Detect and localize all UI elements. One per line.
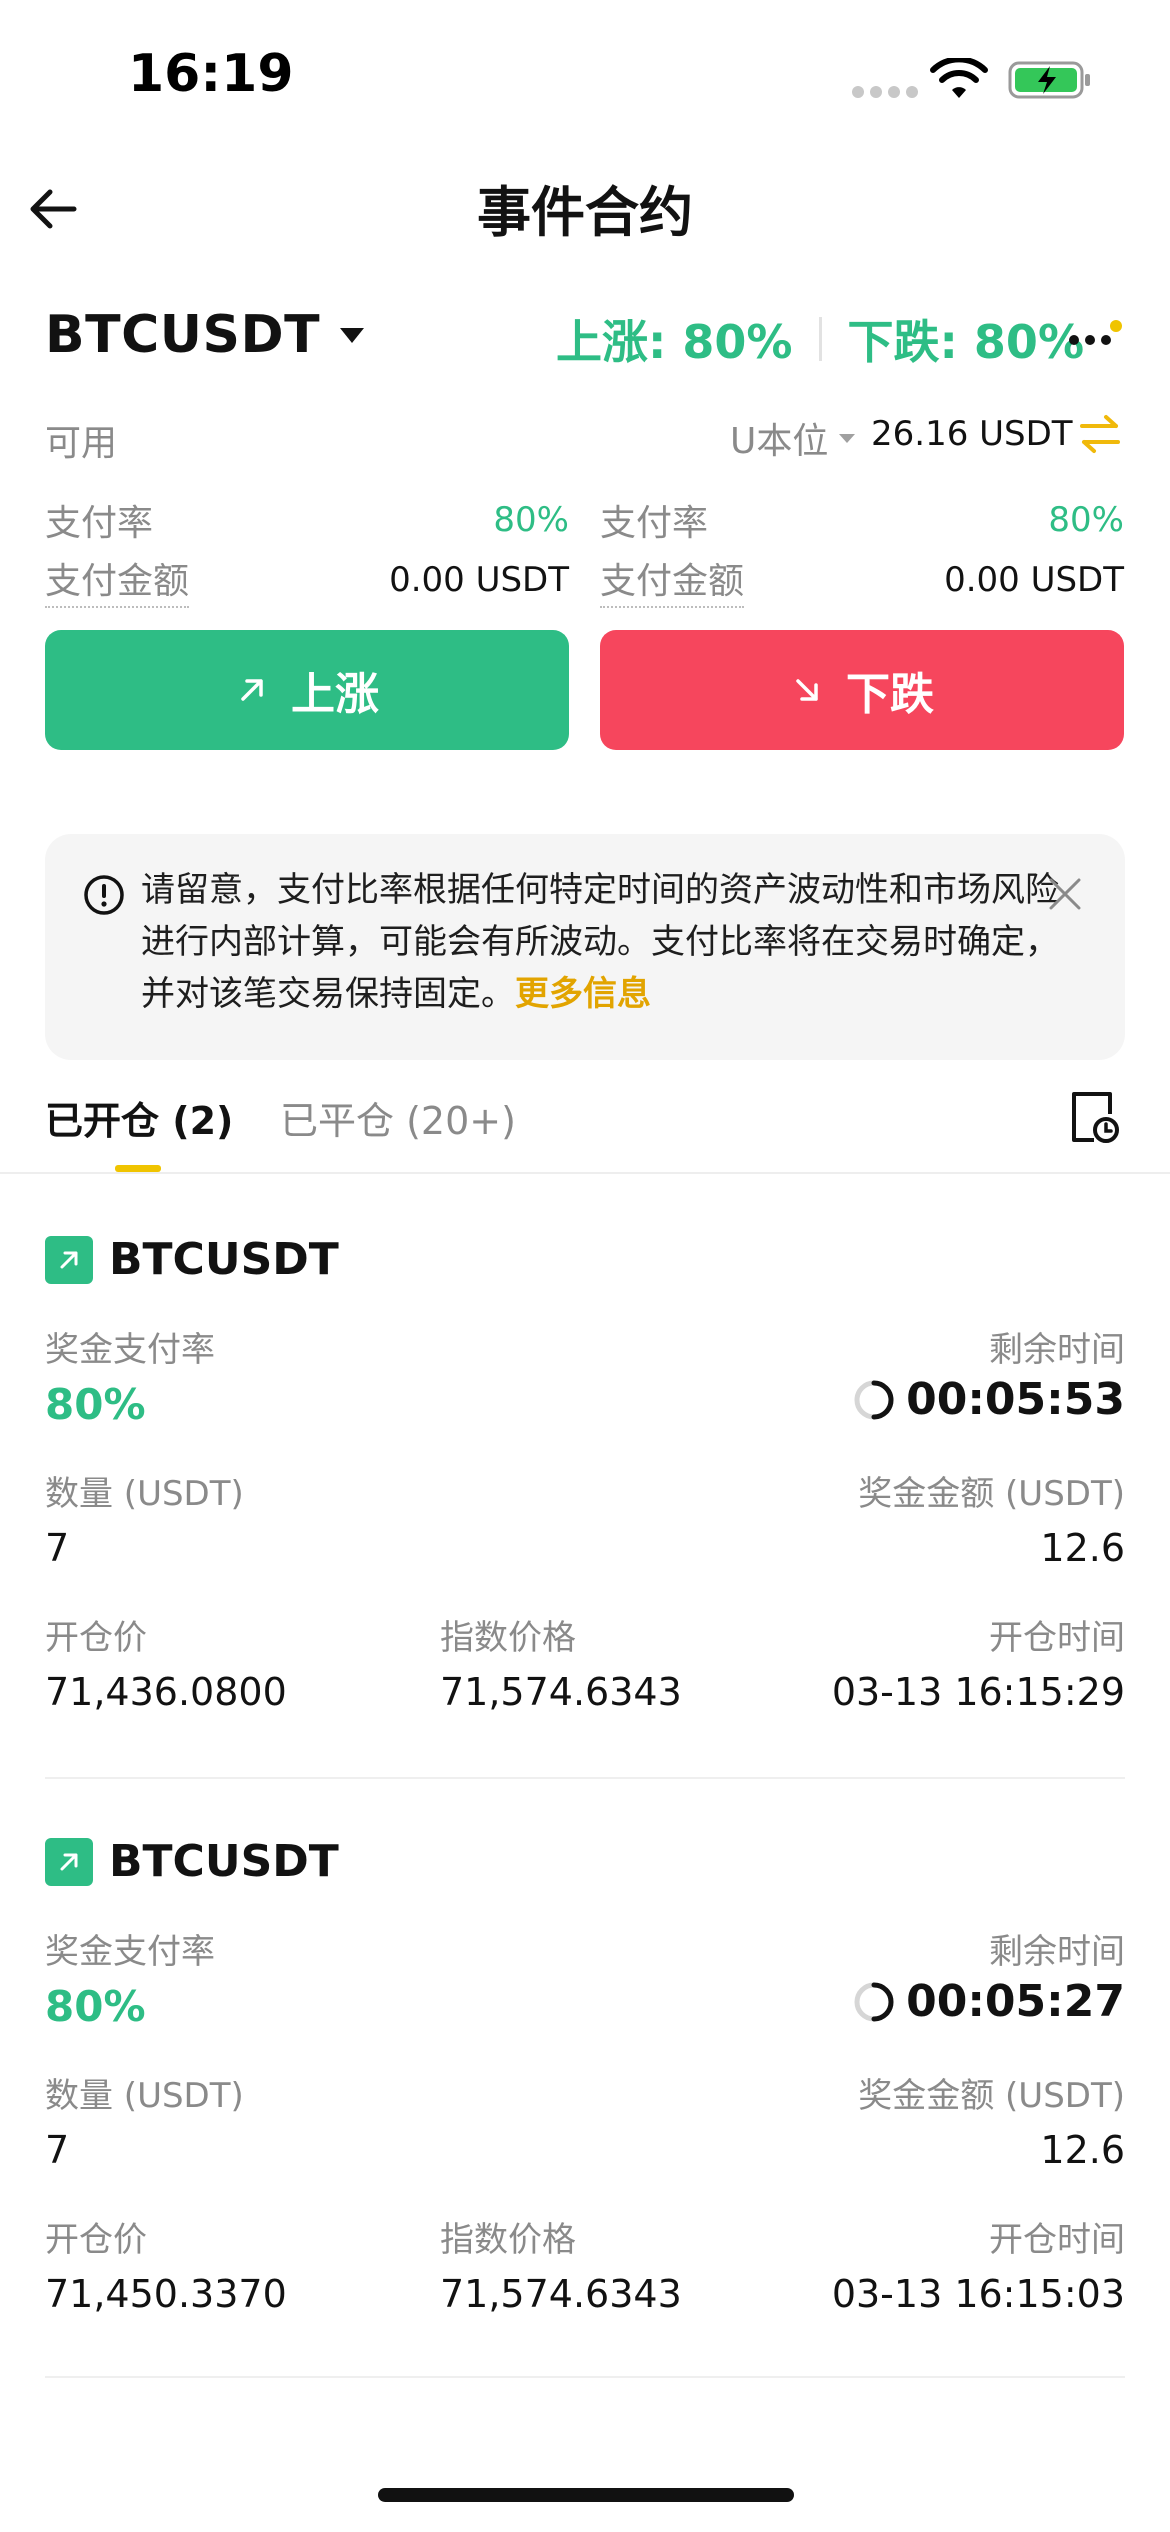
quantity-label: 数量 (USDT) [45, 1474, 244, 1514]
down-rate: 下跌: 80% [847, 315, 1085, 369]
bonus-amount-label: 奖金金额 (USDT) [858, 2076, 1125, 2116]
notice-text: 请留意，支付比率根据任何特定时间的资产波动性和市场风险进行内部计算，可能会有所波… [141, 864, 1061, 1020]
remaining-time-value: 00:05:53 [906, 1374, 1125, 1425]
rate-divider [818, 317, 822, 361]
pay-amount-value: 0.00 USDT [944, 560, 1124, 600]
available-label: 可用 [45, 423, 118, 464]
close-icon[interactable] [1045, 874, 1085, 914]
timer-spinner-icon [854, 1982, 894, 2021]
position-card[interactable]: BTCUSDT 奖金支付率 剩余时间 80% 00:05:27 数量 (USDT… [45, 1836, 1125, 2396]
history-icon[interactable] [1068, 1088, 1120, 1146]
bonus-amount-value: 12.6 [1040, 2128, 1125, 2172]
more-info-link[interactable]: 更多信息 [515, 974, 651, 1014]
tab-closed-positions[interactable]: 已平仓 (20+) [280, 1090, 516, 1145]
pay-rate-label: 支付率 [600, 503, 709, 544]
arrow-down-right-icon [796, 679, 818, 701]
remaining-time-value: 00:05:27 [906, 1976, 1125, 2027]
payout-rates: 上涨: 80% 下跌: 80% [556, 306, 1084, 372]
bonus-amount-value: 12.6 [1040, 1526, 1125, 1570]
pair-name: BTCUSDT [45, 305, 321, 365]
pay-amount-label[interactable]: 支付金额 [600, 552, 745, 608]
page-title: 事件合约 [477, 181, 693, 244]
position-pair: BTCUSDT [109, 1234, 339, 1285]
pay-info-up: 支付率 80% 支付金额 0.00 USDT [45, 490, 569, 610]
index-price-value: 71,574.6343 [440, 2272, 682, 2316]
quantity-value: 7 [45, 1526, 70, 1570]
caret-down-icon [839, 434, 856, 443]
timer-spinner-icon [854, 1380, 894, 1419]
direction-up-icon [45, 1837, 93, 1886]
position-divider [45, 1777, 1125, 1779]
open-price-value: 71,450.3370 [45, 2272, 287, 2316]
pay-info-down: 支付率 80% 支付金额 0.00 USDT [600, 490, 1124, 610]
remaining-time-label: 剩余时间 [989, 1330, 1125, 1370]
open-price-label: 开仓价 [45, 1618, 147, 1658]
arrow-up-right-icon [241, 679, 263, 701]
position-header: BTCUSDT [45, 1836, 339, 1887]
cellular-signal-icon [852, 86, 918, 98]
pair-selector[interactable]: BTCUSDT [45, 305, 366, 365]
available-balance: 26.16 USDT [871, 414, 1073, 454]
index-price-label: 指数价格 [440, 2220, 576, 2260]
swap-icon[interactable] [1078, 412, 1122, 456]
battery-charging-icon [1008, 61, 1090, 99]
bonus-rate-value: 80% [45, 1982, 146, 2031]
open-price-value: 71,436.0800 [45, 1670, 287, 1714]
caret-down-icon [340, 328, 365, 343]
status-bar: 16:19 [0, 0, 1170, 150]
tab-divider [0, 1172, 1170, 1174]
countdown: 00:05:53 [852, 1374, 1125, 1425]
index-price-value: 71,574.6343 [440, 1670, 682, 1714]
bonus-rate-value: 80% [45, 1380, 146, 1429]
open-time-value: 03-13 16:15:29 [831, 1670, 1125, 1714]
pay-rate-value: 80% [1048, 500, 1124, 540]
remaining-time-label: 剩余时间 [989, 1932, 1125, 1972]
bonus-amount-label: 奖金金额 (USDT) [858, 1474, 1125, 1514]
down-button-label: 下跌 [846, 670, 934, 719]
pay-amount-label[interactable]: 支付金额 [45, 552, 190, 608]
tab-open-positions[interactable]: 已开仓 (2) [45, 1090, 233, 1145]
status-time: 16:19 [128, 44, 294, 104]
open-time-label: 开仓时间 [989, 1618, 1125, 1658]
pay-rate-label: 支付率 [45, 503, 154, 544]
open-time-label: 开仓时间 [989, 2220, 1125, 2260]
position-card[interactable]: BTCUSDT 奖金支付率 剩余时间 80% 00:05:53 数量 (USDT… [45, 1234, 1125, 1794]
unit-selector[interactable]: U本位 [730, 412, 856, 464]
bonus-rate-label: 奖金支付率 [45, 1330, 215, 1370]
unit-label: U本位 [730, 421, 829, 462]
open-time-value: 03-13 16:15:03 [831, 2272, 1125, 2316]
index-price-label: 指数价格 [440, 1618, 576, 1658]
position-divider [45, 2376, 1125, 2378]
pay-amount-value: 0.00 USDT [389, 560, 569, 600]
down-button[interactable]: 下跌 [600, 630, 1124, 750]
position-header: BTCUSDT [45, 1234, 339, 1285]
up-rate: 上涨: 80% [556, 315, 793, 369]
tab-active-indicator [115, 1165, 161, 1172]
more-dots-icon[interactable] [1066, 320, 1126, 360]
risk-notice: 请留意，支付比率根据任何特定时间的资产波动性和市场风险进行内部计算，可能会有所波… [45, 834, 1125, 1060]
quantity-value: 7 [45, 2128, 70, 2172]
direction-up-icon [45, 1235, 93, 1284]
home-indicator[interactable] [378, 2488, 794, 2502]
quantity-label: 数量 (USDT) [45, 2076, 244, 2116]
up-button[interactable]: 上涨 [45, 630, 569, 750]
wifi-icon [930, 58, 988, 98]
info-icon [84, 875, 124, 915]
pay-rate-value: 80% [493, 500, 569, 540]
countdown: 00:05:27 [852, 1976, 1125, 2027]
bonus-rate-label: 奖金支付率 [45, 1932, 215, 1972]
open-price-label: 开仓价 [45, 2220, 147, 2260]
up-button-label: 上涨 [291, 670, 379, 719]
position-pair: BTCUSDT [109, 1836, 339, 1887]
